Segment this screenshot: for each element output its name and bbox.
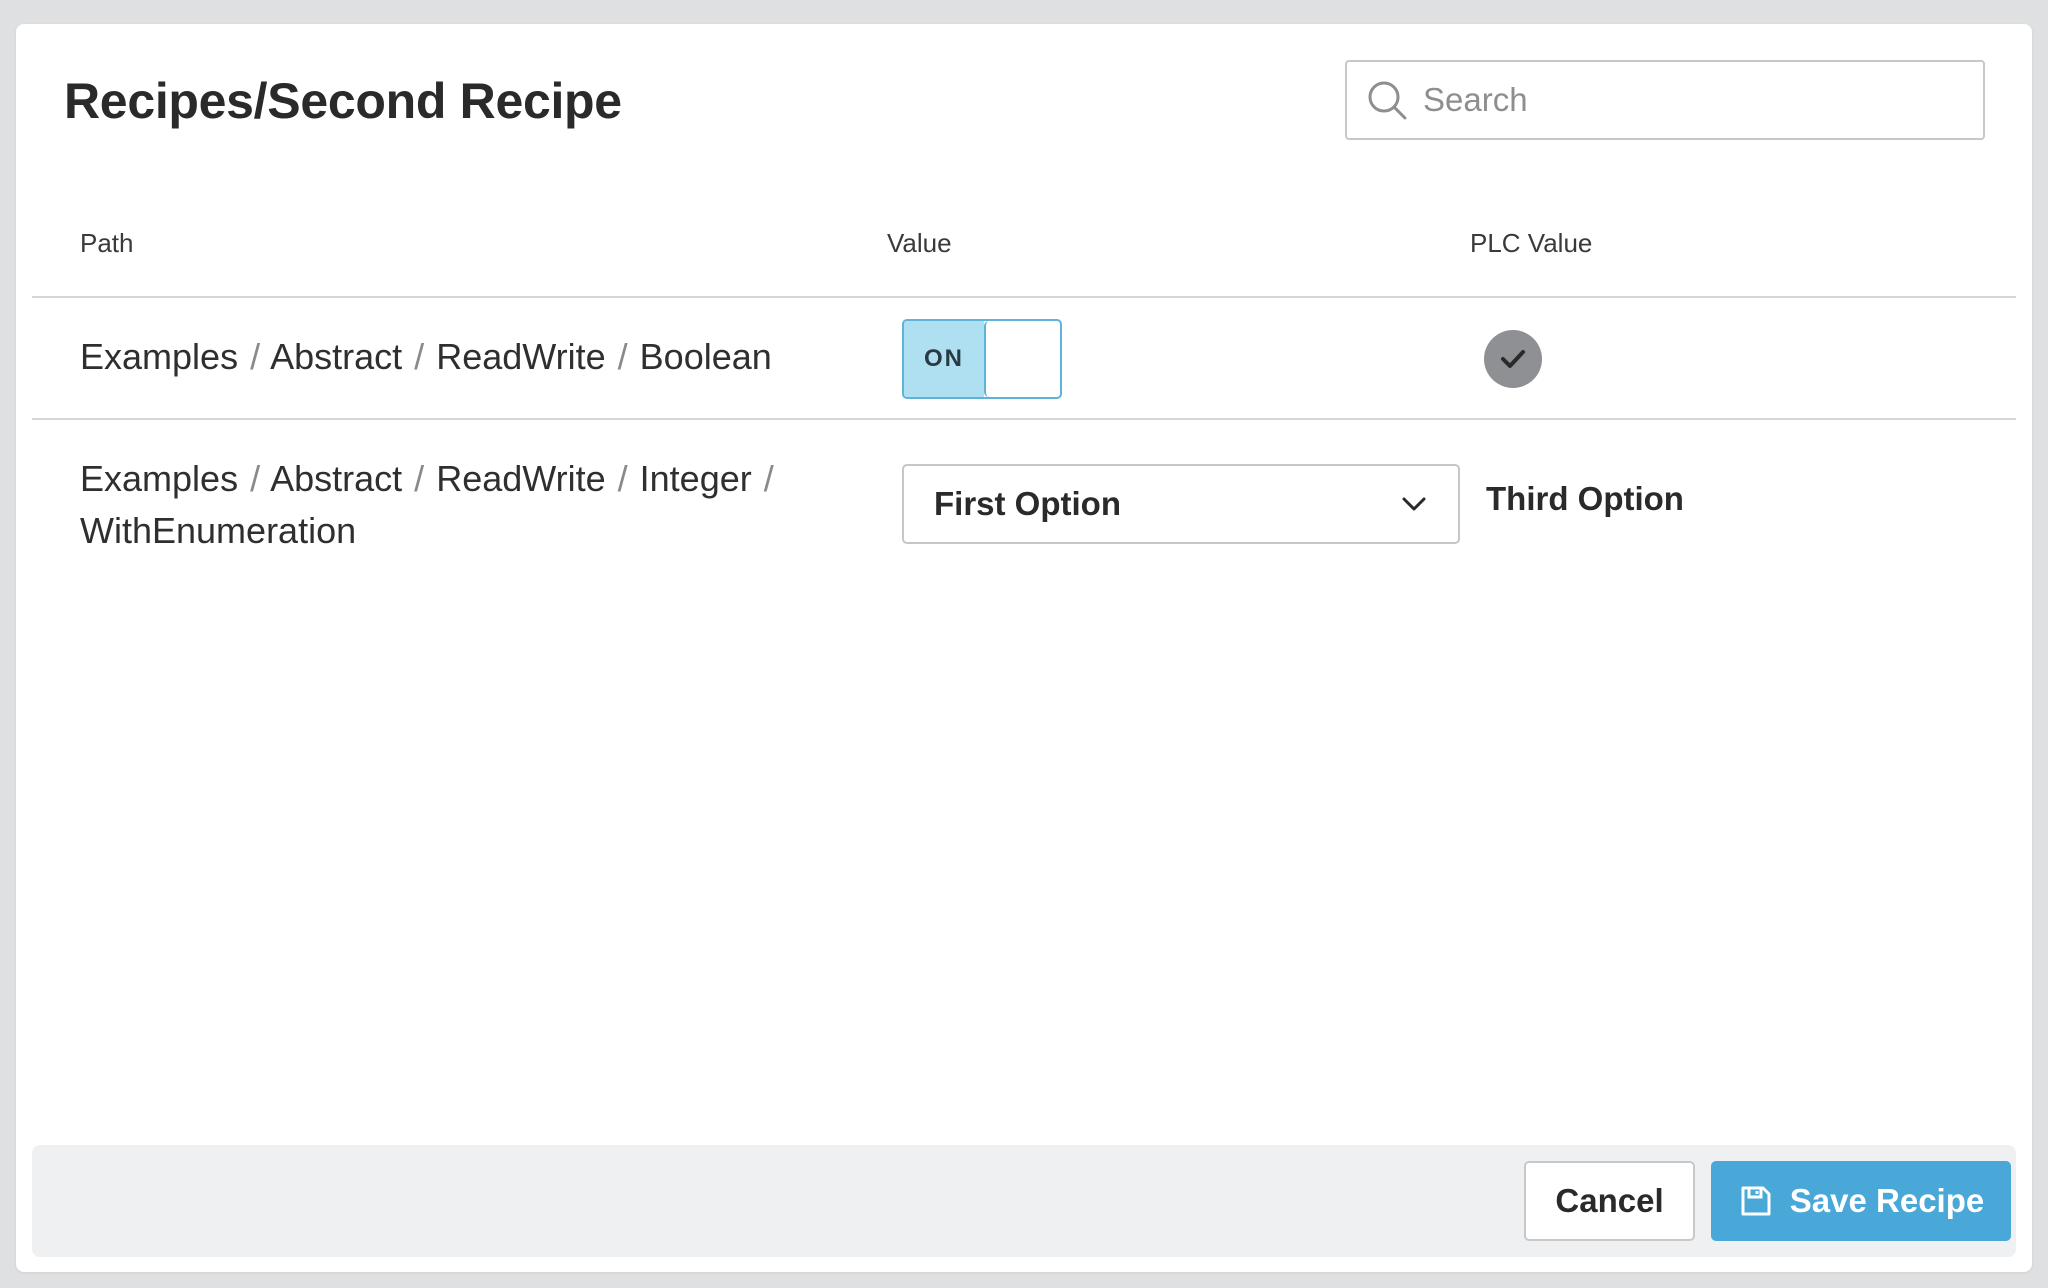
path-separator: /: [250, 458, 261, 499]
cancel-button[interactable]: Cancel: [1524, 1161, 1695, 1241]
path-segment: Examples: [80, 458, 239, 499]
page-title: Recipes/Second Recipe: [64, 73, 622, 129]
path-separator: /: [617, 336, 628, 377]
column-header-plc-value: PLC Value: [1470, 228, 1593, 258]
check-icon: [1501, 350, 1525, 368]
boolean-toggle[interactable]: ON: [902, 319, 1062, 399]
table-header: Path Value PLC Value: [32, 228, 2016, 298]
path-segment: Abstract: [270, 458, 403, 499]
path-segment: Examples: [80, 336, 239, 377]
column-header-value: Value: [887, 228, 952, 258]
path-separator: /: [414, 336, 425, 377]
row-path: Examples / Abstract / ReadWrite / Boolea…: [80, 331, 772, 383]
path-segment: WithEnumeration: [80, 510, 357, 551]
chevron-down-icon: [1402, 497, 1426, 511]
path-separator: /: [414, 458, 425, 499]
toggle-knob[interactable]: [984, 321, 1060, 397]
path-segment: ReadWrite: [436, 458, 606, 499]
search-icon: [1368, 81, 1407, 120]
path-segment: Boolean: [639, 336, 772, 377]
path-segment: Integer: [639, 458, 752, 499]
plc-value-check-badge: [1484, 330, 1542, 388]
column-header-path: Path: [80, 228, 134, 258]
save-recipe-button[interactable]: Save Recipe: [1711, 1161, 2011, 1241]
dialog-footer: Cancel Save Recipe: [32, 1145, 2016, 1257]
plc-value-text: Third Option: [1486, 480, 1684, 517]
path-segment: ReadWrite: [436, 336, 606, 377]
recipe-dialog: Recipes/Second Recipe Path Value PLC Val…: [16, 24, 2032, 1272]
path-separator: /: [763, 458, 774, 499]
path-separator: /: [250, 336, 261, 377]
path-segment: Abstract: [270, 336, 403, 377]
search-input[interactable]: [1423, 81, 1963, 119]
enumeration-select[interactable]: First Option: [902, 464, 1460, 544]
table-row: Examples / Abstract / ReadWrite / Intege…: [32, 420, 2016, 570]
search-box[interactable]: [1345, 60, 1985, 140]
save-icon: [1741, 1186, 1771, 1216]
save-recipe-label: Save Recipe: [1789, 1182, 1985, 1219]
path-separator: /: [617, 458, 628, 499]
toggle-on-label: ON: [904, 321, 984, 397]
row-path: Examples / Abstract / ReadWrite / Intege…: [80, 453, 776, 557]
select-value: First Option: [934, 485, 1121, 522]
table-row: Examples / Abstract / ReadWrite / Boolea…: [32, 298, 2016, 420]
